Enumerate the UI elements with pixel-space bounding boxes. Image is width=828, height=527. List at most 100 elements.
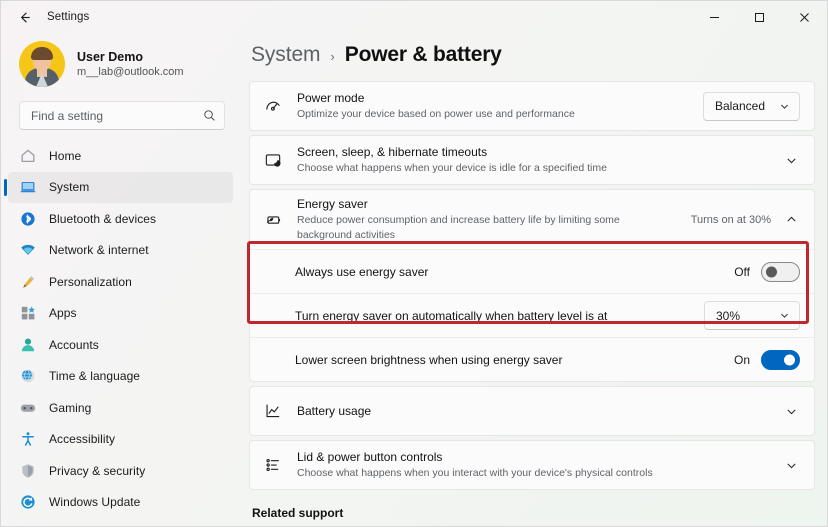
always-use-energy-saver-label: Always use energy saver (295, 264, 429, 279)
chevron-down-icon[interactable] (783, 403, 800, 420)
sidebar-item-label: Privacy & security (49, 463, 146, 478)
search-input[interactable] (31, 108, 203, 123)
windows-update-icon (19, 493, 37, 511)
lower-brightness-state: On (733, 352, 750, 367)
sidebar-item-label: Home (49, 148, 82, 163)
sidebar-item-label: Apps (49, 306, 77, 320)
back-button[interactable] (7, 1, 41, 33)
lid-power-card: Lid & power button controls Choose what … (249, 440, 815, 490)
maximize-button[interactable] (737, 1, 782, 33)
screen-sleep-row[interactable]: Screen, sleep, & hibernate timeouts Choo… (250, 136, 814, 184)
network-icon (19, 241, 37, 259)
lower-brightness-toggle[interactable] (761, 349, 800, 370)
sidebar-item-privacy-security[interactable]: Privacy & security (8, 455, 233, 486)
lower-brightness-label: Lower screen brightness when using energ… (295, 352, 563, 367)
privacy-security-icon (19, 462, 37, 480)
battery-leaf-icon (263, 211, 283, 229)
chevron-down-icon[interactable] (783, 457, 800, 474)
lid-power-subtitle: Choose what happens when you interact wi… (297, 467, 653, 479)
lid-power-row[interactable]: Lid & power button controls Choose what … (250, 441, 814, 489)
bluetooth-icon (19, 210, 37, 228)
lid-power-title: Lid & power button controls (297, 450, 443, 464)
energy-saver-subtitle: Reduce power consumption and increase ba… (297, 214, 620, 241)
accounts-icon (19, 336, 37, 354)
sidebar-item-bluetooth-devices[interactable]: Bluetooth & devices (8, 203, 233, 234)
main-content: System › Power & battery Power mode Opti… (241, 33, 827, 526)
always-use-energy-saver-row: Always use energy saver Off (250, 249, 814, 293)
sidebar-item-apps[interactable]: Apps (8, 298, 233, 329)
sidebar-item-label: Personalization (49, 274, 132, 289)
close-button[interactable] (782, 1, 827, 33)
sidebar-item-accounts[interactable]: Accounts (8, 329, 233, 360)
sidebar-item-network-internet[interactable]: Network & internet (8, 235, 233, 266)
sidebar-item-label: Windows Update (49, 495, 141, 509)
apps-icon (19, 304, 37, 322)
breadcrumb: System › Power & battery (249, 43, 815, 81)
auto-threshold-dropdown-value: 30% (716, 308, 741, 323)
sidebar-item-system[interactable]: System (4, 171, 233, 203)
gauge-icon (263, 97, 283, 115)
breadcrumb-parent[interactable]: System (251, 43, 321, 67)
energy-saver-row[interactable]: Energy saver Reduce power consumption an… (250, 190, 814, 249)
search-icon (203, 109, 216, 122)
auto-threshold-dropdown[interactable]: 30% (704, 301, 800, 330)
power-mode-card: Power mode Optimize your device based on… (249, 81, 815, 131)
energy-saver-status: Turns on at 30% (690, 213, 771, 226)
title-bar: Settings (1, 1, 827, 33)
system-icon (19, 178, 37, 196)
auto-threshold-label: Turn energy saver on automatically when … (295, 308, 608, 323)
chevron-down-icon (779, 310, 790, 321)
account-block[interactable]: User Demo m__lab@outlook.com (1, 33, 241, 97)
always-use-energy-saver-state: Off (734, 264, 750, 279)
auto-threshold-row: Turn energy saver on automatically when … (250, 293, 814, 337)
search-box[interactable] (19, 101, 225, 130)
screen-sleep-title: Screen, sleep, & hibernate timeouts (297, 145, 488, 159)
sidebar-item-label: System (49, 180, 90, 194)
battery-usage-row[interactable]: Battery usage (250, 387, 814, 435)
battery-usage-card: Battery usage (249, 386, 815, 436)
window-body: User Demo m__lab@outlook.com Find a sett… (1, 33, 827, 526)
screen-sleep-card: Screen, sleep, & hibernate timeouts Choo… (249, 135, 815, 185)
energy-saver-title: Energy saver (297, 197, 368, 211)
avatar (19, 41, 65, 87)
chart-line-icon (263, 402, 283, 420)
page-title: Power & battery (344, 43, 502, 66)
account-email: m__lab@outlook.com (77, 65, 184, 78)
screen-moon-icon (263, 151, 283, 169)
sidebar-item-windows-update[interactable]: Windows Update (8, 487, 233, 518)
battery-usage-title: Battery usage (297, 404, 372, 418)
account-name: User Demo (77, 49, 143, 64)
accessibility-icon (19, 430, 37, 448)
sidebar-item-label: Accounts (49, 337, 99, 352)
chevron-up-icon[interactable] (783, 211, 800, 228)
sidebar-item-accessibility[interactable]: Accessibility (8, 424, 233, 455)
window-title: Settings (47, 11, 90, 23)
chevron-down-icon (779, 101, 790, 112)
sidebar: User Demo m__lab@outlook.com Find a sett… (1, 33, 241, 526)
home-icon (19, 147, 37, 165)
sidebar-item-home[interactable]: Home (8, 140, 233, 171)
sidebar-nav: Home System Bluetooth & devices Network … (1, 140, 241, 526)
sidebar-item-label: Gaming (49, 400, 92, 415)
energy-saver-card: Energy saver Reduce power consumption an… (249, 189, 815, 382)
settings-window: Settings User Demo m__lab@outlook.com Fi… (0, 0, 828, 527)
power-mode-subtitle: Optimize your device based on power use … (297, 108, 575, 120)
always-use-energy-saver-toggle[interactable] (761, 261, 800, 282)
sidebar-item-personalization[interactable]: Personalization (8, 266, 233, 297)
chevron-down-icon[interactable] (783, 152, 800, 169)
sidebar-item-gaming[interactable]: Gaming (8, 392, 233, 423)
power-mode-row[interactable]: Power mode Optimize your device based on… (250, 82, 814, 130)
list-icon (263, 456, 283, 474)
lower-brightness-row: Lower screen brightness when using energ… (250, 337, 814, 381)
minimize-button[interactable] (692, 1, 737, 33)
personalization-icon (19, 273, 37, 291)
power-mode-dropdown[interactable]: Balanced (702, 91, 800, 121)
gaming-icon (19, 399, 37, 417)
search-container (1, 97, 241, 140)
sidebar-item-label: Network & internet (49, 243, 149, 257)
sidebar-item-label: Time & language (49, 369, 141, 383)
sidebar-item-time-language[interactable]: Time & language (8, 361, 233, 392)
screen-sleep-subtitle: Choose what happens when your device is … (297, 162, 607, 174)
related-support-heading: Related support (252, 506, 344, 520)
time-language-icon (19, 367, 37, 385)
